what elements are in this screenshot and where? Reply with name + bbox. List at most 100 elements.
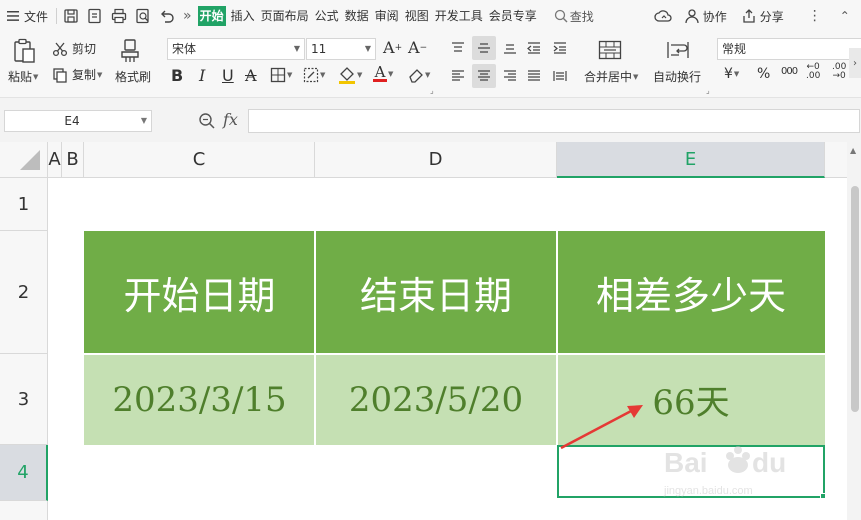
font-name-select[interactable]: 宋体 ▼ <box>167 38 305 60</box>
wrap-text-button[interactable] <box>666 40 690 60</box>
italic-button[interactable]: I <box>199 66 205 85</box>
value-cell-end-date[interactable]: 2023/5/20 <box>315 354 557 445</box>
fill-handle[interactable] <box>820 493 826 499</box>
currency-button[interactable]: ¥ ▼ <box>724 66 739 82</box>
font-color-icon: A <box>373 63 387 82</box>
decrease-indent-button[interactable] <box>522 36 546 60</box>
scissors-icon <box>52 41 68 57</box>
clear-format-button[interactable]: ▼ <box>408 67 430 83</box>
row-header-1[interactable]: 1 <box>0 178 48 231</box>
search-icon <box>554 9 568 23</box>
percent-button[interactable]: % <box>757 66 770 82</box>
header-cell-days-diff[interactable]: 相差多少天 <box>557 231 825 354</box>
decrease-font-button[interactable]: A − <box>408 38 427 57</box>
tab-6[interactable]: 视图 <box>404 6 430 26</box>
tab-1[interactable]: 插入 <box>230 6 256 26</box>
select-all-corner[interactable] <box>0 142 48 178</box>
align-middle-button[interactable] <box>472 36 496 60</box>
align-group-launcher[interactable]: ⌟ <box>706 86 710 95</box>
number-format-select[interactable]: 常规 <box>717 38 861 60</box>
distributed-button[interactable] <box>548 64 572 88</box>
row-header-2[interactable]: 2 <box>0 231 48 354</box>
align-bottom-button[interactable] <box>498 36 522 60</box>
cell-style-button[interactable]: ▼ <box>303 67 325 83</box>
increase-font-button[interactable]: A + <box>383 38 402 57</box>
save-icon[interactable] <box>63 8 79 24</box>
align-right-button[interactable] <box>498 64 522 88</box>
print-preview-icon[interactable] <box>135 8 151 24</box>
thousands-button[interactable]: 000 <box>781 66 798 77</box>
svg-text:jingyan.baidu.com: jingyan.baidu.com <box>663 485 753 497</box>
collapse-ribbon-icon[interactable]: ⌃ <box>840 9 850 23</box>
header-cell-start-date[interactable]: 开始日期 <box>84 231 315 354</box>
paste-menu[interactable]: 粘贴 ▼ <box>8 68 38 85</box>
fill-color-button[interactable]: ▼ <box>338 66 362 84</box>
tab-7[interactable]: 开发工具 <box>434 6 484 26</box>
column-header-b[interactable]: B <box>62 142 84 178</box>
font-size-select[interactable]: 11 ▼ <box>306 38 376 60</box>
scroll-up-icon[interactable]: ▲ <box>850 146 856 155</box>
tab-2[interactable]: 页面布局 <box>260 6 310 26</box>
justify-button[interactable] <box>522 64 546 88</box>
copy-button[interactable]: 复制 ▼ <box>52 66 102 83</box>
search-button[interactable]: 查找 <box>552 5 596 27</box>
format-painter-button[interactable] <box>118 38 142 64</box>
header-text: 相差多少天 <box>595 274 786 318</box>
strikethrough-button[interactable]: A <box>245 66 257 85</box>
name-box[interactable]: E4 ▼ <box>4 110 152 132</box>
increase-decimal-button[interactable]: ←0.00 <box>806 63 820 81</box>
paste-label: 粘贴 <box>8 70 33 84</box>
increase-indent-button[interactable] <box>548 36 572 60</box>
tab-8[interactable]: 会员专享 <box>488 6 538 26</box>
font-group-launcher[interactable]: ⌟ <box>430 86 434 95</box>
align-left-button[interactable] <box>446 64 470 88</box>
row-label: 4 <box>17 462 29 483</box>
font-size-value: 11 <box>311 42 327 56</box>
column-header-a[interactable]: A <box>48 142 62 178</box>
row-header-5[interactable] <box>0 501 48 520</box>
menu-divider <box>56 8 58 24</box>
share-icon <box>741 8 757 24</box>
ribbon-toolbar: 粘贴 ▼ 剪切 复制 ▼ 格式刷 宋体 ▼ 11 ▼ A + A − B I U A ▼ ▼… <box>0 32 861 98</box>
tab-5[interactable]: 审阅 <box>374 6 400 26</box>
export-pdf-icon[interactable] <box>87 8 103 24</box>
file-menu-label[interactable]: 文件 <box>24 8 48 25</box>
vertical-scrollbar[interactable]: ▲ <box>847 142 861 520</box>
align-center-button[interactable] <box>472 64 496 88</box>
column-header-e[interactable]: E <box>557 142 825 178</box>
share-button[interactable]: 分享 <box>739 5 786 27</box>
column-header-c[interactable]: C <box>84 142 315 178</box>
formula-input[interactable] <box>248 109 860 133</box>
borders-button[interactable]: ▼ <box>270 67 292 83</box>
ribbon-scroll-right[interactable]: › <box>849 48 861 78</box>
underline-button[interactable]: U <box>222 66 234 85</box>
zoom-icon[interactable] <box>198 112 216 130</box>
merge-center-menu[interactable]: 合并居中 ▼ <box>584 68 638 85</box>
row-header-3[interactable]: 3 <box>0 354 48 445</box>
value-cell-start-date[interactable]: 2023/3/15 <box>84 354 315 445</box>
font-color-button[interactable]: A ▼ <box>373 65 393 82</box>
column-header-d[interactable]: D <box>315 142 557 178</box>
tab-3[interactable]: 公式 <box>314 6 340 26</box>
print-icon[interactable] <box>111 8 127 24</box>
align-top-button[interactable] <box>446 36 470 60</box>
cut-button[interactable]: 剪切 <box>52 40 96 57</box>
cloud-sync-icon[interactable] <box>654 8 672 24</box>
collaborate-button[interactable]: 协作 <box>682 5 729 27</box>
paste-button[interactable] <box>6 38 42 64</box>
decrease-decimal-button[interactable]: .00 →0 <box>832 63 846 81</box>
bold-button[interactable]: B <box>171 66 183 85</box>
column-label: A <box>48 149 61 170</box>
more-options-icon[interactable]: ⋮ <box>808 8 822 24</box>
undo-icon[interactable] <box>159 8 175 24</box>
header-cell-end-date[interactable]: 结束日期 <box>315 231 557 354</box>
row-header-4[interactable]: 4 <box>0 445 48 501</box>
menu-button[interactable]: 文件 <box>4 5 50 27</box>
tab-0[interactable]: 开始 <box>197 6 226 26</box>
more-tools-chevron[interactable]: » <box>183 8 192 24</box>
scrollbar-thumb[interactable] <box>851 186 859 412</box>
insert-function-button[interactable]: fx <box>223 110 238 129</box>
merge-center-button[interactable] <box>598 40 622 60</box>
tab-4[interactable]: 数据 <box>344 6 370 26</box>
name-box-value: E4 <box>64 114 80 128</box>
